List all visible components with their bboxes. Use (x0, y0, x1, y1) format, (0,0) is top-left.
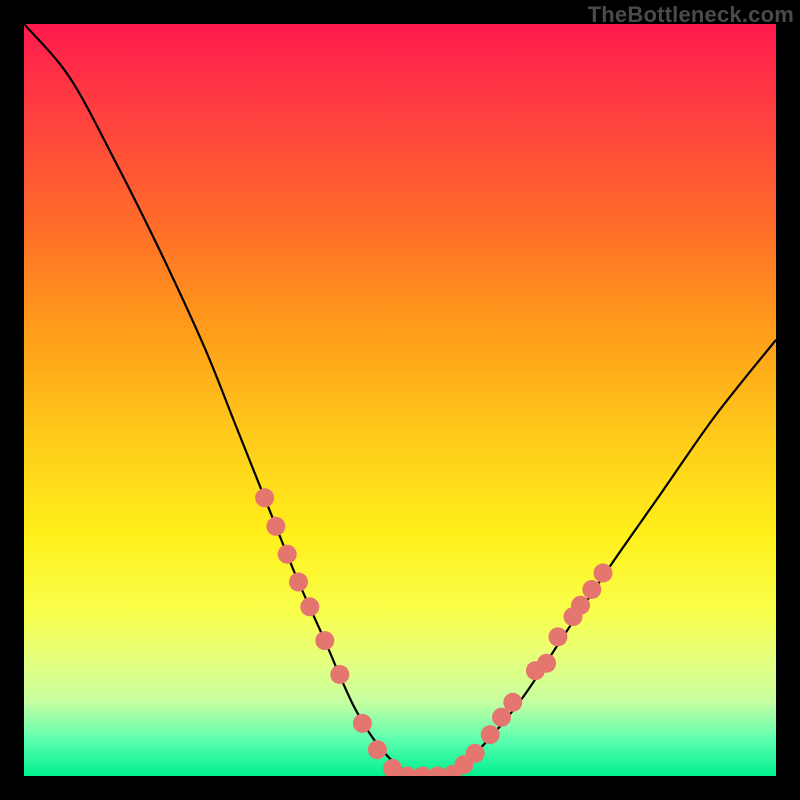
data-marker (492, 708, 511, 727)
chart-frame: TheBottleneck.com (0, 0, 800, 800)
data-marker (278, 545, 297, 564)
data-marker (537, 654, 556, 673)
watermark-text: TheBottleneck.com (588, 2, 794, 28)
data-marker (300, 597, 319, 616)
data-marker (466, 744, 485, 763)
data-marker (330, 665, 349, 684)
data-marker (266, 517, 285, 536)
bottleneck-curve (24, 24, 776, 776)
data-marker (503, 693, 522, 712)
data-marker (571, 596, 590, 615)
data-marker (481, 725, 500, 744)
data-marker (582, 580, 601, 599)
data-marker (368, 740, 387, 759)
data-marker (255, 488, 274, 507)
data-marker (289, 573, 308, 592)
data-marker (353, 714, 372, 733)
plot-area (24, 24, 776, 776)
data-marker (594, 564, 613, 583)
data-marker (315, 631, 334, 650)
data-marker (548, 627, 567, 646)
